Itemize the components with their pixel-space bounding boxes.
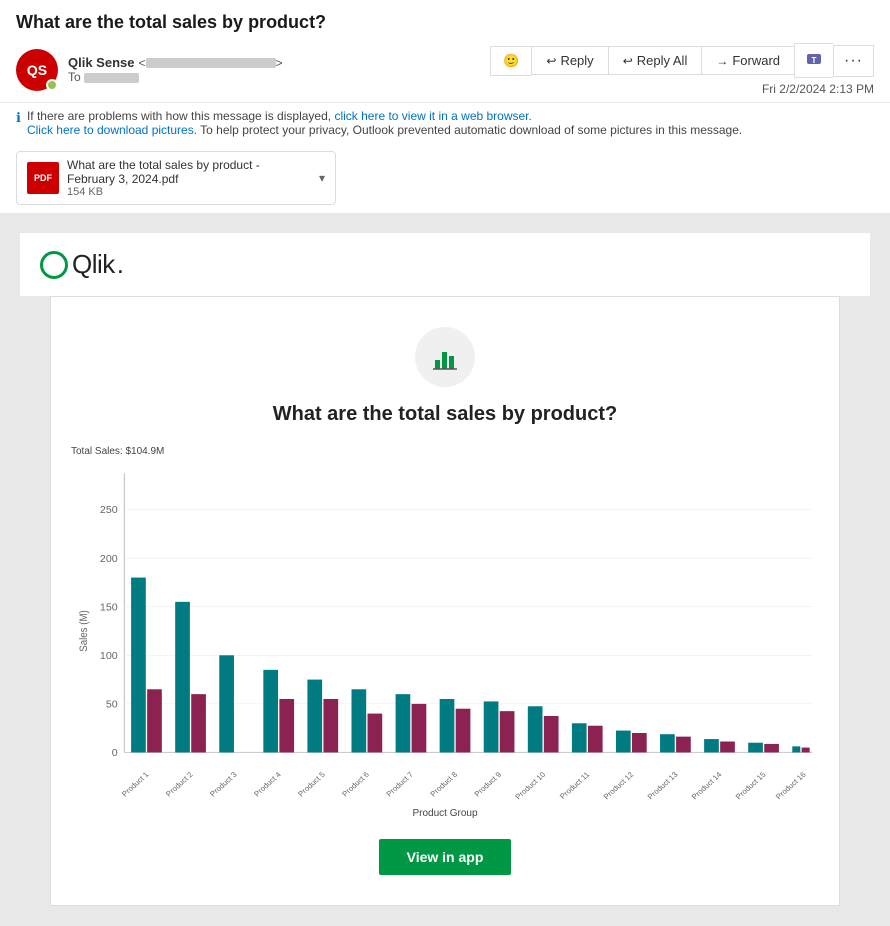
svg-text:250: 250 bbox=[100, 506, 118, 516]
svg-text:Product 10: Product 10 bbox=[513, 770, 547, 801]
avatar: QS bbox=[16, 49, 58, 91]
qlik-logo-text: Qlik bbox=[72, 249, 115, 280]
email-subject: What are the total sales by product? bbox=[16, 12, 874, 33]
svg-text:Product 2: Product 2 bbox=[164, 770, 195, 798]
svg-text:Product 16: Product 16 bbox=[774, 770, 808, 801]
qlik-content-card: What are the total sales by product? Tot… bbox=[50, 296, 840, 906]
forward-label: Forward bbox=[732, 53, 780, 68]
svg-text:100: 100 bbox=[100, 651, 118, 661]
reply-all-icon: ↩ bbox=[623, 54, 633, 68]
chart-x-label: Product Group bbox=[71, 808, 819, 819]
emoji-button[interactable]: 🙂 bbox=[490, 46, 531, 76]
sender-name-row: Qlik Sense < > bbox=[68, 55, 283, 70]
svg-text:0: 0 bbox=[112, 748, 118, 758]
svg-text:Product 12: Product 12 bbox=[602, 770, 636, 801]
email-header: What are the total sales by product? QS … bbox=[0, 0, 890, 102]
attachment-bar: PDF What are the total sales by product … bbox=[0, 143, 890, 213]
teams-button[interactable]: T bbox=[794, 43, 833, 78]
reply-label: Reply bbox=[560, 53, 593, 68]
view-in-browser-link[interactable]: click here to view it in a web browser. bbox=[334, 109, 531, 123]
reply-button[interactable]: ↩ Reply bbox=[531, 46, 607, 75]
info-icon: ℹ bbox=[16, 110, 21, 126]
email-container: What are the total sales by product? QS … bbox=[0, 0, 890, 926]
reply-all-label: Reply All bbox=[637, 53, 688, 68]
download-pictures-link[interactable]: Click here to download pictures. bbox=[27, 123, 197, 137]
svg-text:200: 200 bbox=[100, 554, 118, 564]
chart-area: Total Sales: $104.9M bbox=[71, 446, 819, 819]
svg-text:Product 8: Product 8 bbox=[428, 770, 459, 798]
bar-chart-svg: 0 50 100 150 200 250 Sales (M) bbox=[71, 461, 819, 801]
svg-text:Product 9: Product 9 bbox=[472, 770, 503, 798]
svg-text:Product 13: Product 13 bbox=[646, 770, 680, 801]
chart-total-label: Total Sales: $104.9M bbox=[71, 446, 819, 457]
email-meta-row: QS Qlik Sense < > To bbox=[16, 43, 874, 96]
qlik-email-content: Qlik . What are the total sales by produ bbox=[0, 213, 890, 926]
more-icon: ··· bbox=[844, 52, 863, 70]
to-line: To bbox=[68, 70, 283, 84]
svg-text:Product 15: Product 15 bbox=[734, 770, 768, 801]
reply-icon: ↩ bbox=[546, 54, 556, 68]
svg-text:50: 50 bbox=[106, 700, 118, 710]
sender-info: QS Qlik Sense < > To bbox=[16, 49, 283, 91]
svg-text:Sales (M): Sales (M) bbox=[79, 610, 91, 652]
more-button[interactable]: ··· bbox=[833, 45, 874, 77]
forward-button[interactable]: → Forward bbox=[701, 46, 794, 75]
view-in-app-button[interactable]: View in app bbox=[379, 839, 512, 875]
date-stamp: Fri 2/2/2024 2:13 PM bbox=[762, 82, 874, 96]
chart-question-title: What are the total sales by product? bbox=[273, 403, 618, 426]
svg-text:Product 4: Product 4 bbox=[252, 770, 283, 799]
pdf-icon: PDF bbox=[27, 162, 59, 194]
svg-text:T: T bbox=[812, 56, 817, 65]
attachment-size: 154 KB bbox=[67, 186, 311, 198]
qlik-logo: Qlik . bbox=[40, 249, 850, 280]
emoji-icon: 🙂 bbox=[503, 53, 519, 69]
info-bar: ℹ If there are problems with how this me… bbox=[0, 102, 890, 143]
bar-chart-icon bbox=[430, 342, 460, 372]
svg-text:Product 1: Product 1 bbox=[120, 770, 151, 798]
sender-email-display: < > bbox=[138, 56, 282, 70]
svg-text:Product 5: Product 5 bbox=[296, 770, 327, 798]
svg-text:Product 14: Product 14 bbox=[690, 770, 725, 801]
qlik-q-circle bbox=[40, 251, 68, 279]
view-btn-area: View in app bbox=[379, 839, 512, 875]
attachment-name: What are the total sales by product - Fe… bbox=[67, 158, 311, 186]
svg-text:Product 7: Product 7 bbox=[384, 770, 415, 798]
email-body: Qlik . What are the total sales by produ bbox=[0, 213, 890, 926]
avatar-status bbox=[46, 79, 58, 91]
sender-details: Qlik Sense < > To bbox=[68, 55, 283, 84]
teams-icon: T bbox=[805, 50, 823, 71]
header-right: 🙂 ↩ Reply ↩ Reply All → Forw bbox=[490, 43, 874, 96]
forward-icon: → bbox=[716, 54, 728, 68]
chevron-down-icon: ▾ bbox=[319, 171, 325, 185]
action-buttons: 🙂 ↩ Reply ↩ Reply All → Forw bbox=[490, 43, 874, 78]
qlik-logo-area: Qlik . bbox=[20, 233, 870, 296]
attachment-item[interactable]: PDF What are the total sales by product … bbox=[16, 151, 336, 205]
svg-text:Product 6: Product 6 bbox=[340, 770, 371, 798]
reply-all-button[interactable]: ↩ Reply All bbox=[608, 46, 702, 75]
sender-name: Qlik Sense bbox=[68, 55, 134, 70]
svg-text:150: 150 bbox=[100, 603, 118, 613]
svg-text:Product 11: Product 11 bbox=[558, 770, 592, 801]
svg-text:Product 3: Product 3 bbox=[208, 770, 239, 798]
info-text: If there are problems with how this mess… bbox=[27, 109, 742, 137]
chart-icon-circle bbox=[415, 327, 475, 387]
attachment-details: What are the total sales by product - Fe… bbox=[67, 158, 311, 198]
